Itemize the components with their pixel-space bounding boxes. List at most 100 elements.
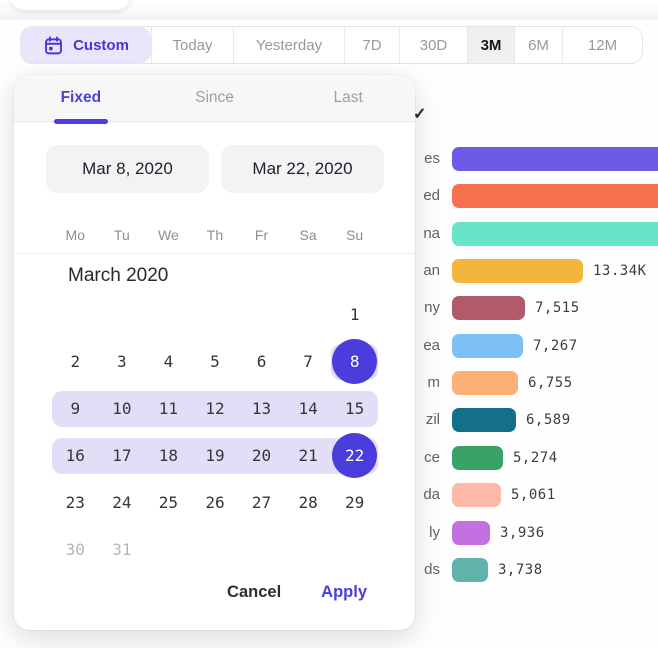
calendar-empty-cell bbox=[331, 526, 378, 573]
chart-bar[interactable] bbox=[452, 296, 525, 320]
day-number: 31 bbox=[112, 540, 131, 559]
date-range-toolbar: Custom TodayYesterday7D30D3M6M12M bbox=[20, 26, 643, 64]
day-number: 16 bbox=[66, 446, 85, 465]
custom-range-button[interactable]: Custom bbox=[21, 27, 151, 63]
chart-bar-value: 6,755 bbox=[528, 371, 573, 395]
day-number: 26 bbox=[205, 493, 224, 512]
calendar-day-10[interactable]: 10 bbox=[99, 385, 146, 432]
start-date-input[interactable]: Mar 8, 2020 bbox=[46, 145, 209, 193]
calendar-day-24[interactable]: 24 bbox=[99, 479, 146, 526]
toolbar-segment-12m[interactable]: 12M bbox=[562, 27, 642, 63]
calendar-day-11[interactable]: 11 bbox=[145, 385, 192, 432]
calendar-week-row: 9 10 1112 13 14 15 bbox=[52, 385, 378, 432]
calendar-empty-cell bbox=[145, 526, 192, 573]
calendar-week-cells: 234 5678 bbox=[52, 338, 378, 385]
calendar-day-3[interactable]: 3 bbox=[99, 338, 146, 385]
calendar-day-22[interactable]: 22 bbox=[331, 432, 378, 479]
calendar-day-6[interactable]: 6 bbox=[238, 338, 285, 385]
chart-bar[interactable] bbox=[452, 408, 516, 432]
calendar-day-27[interactable]: 27 bbox=[238, 479, 285, 526]
calendar-week-row: 16 17 18 19 20 21 22 bbox=[52, 432, 378, 479]
chart-bar[interactable] bbox=[452, 259, 583, 283]
calendar-day-19[interactable]: 19 bbox=[192, 432, 239, 479]
chart-bar[interactable] bbox=[452, 184, 658, 208]
day-number: 13 bbox=[252, 399, 271, 418]
day-number: 14 bbox=[298, 399, 317, 418]
calendar-empty-cell bbox=[192, 526, 239, 573]
calendar-day-18[interactable]: 18 bbox=[145, 432, 192, 479]
day-number: 9 bbox=[70, 399, 80, 418]
day-number: 29 bbox=[345, 493, 364, 512]
end-date-input[interactable]: Mar 22, 2020 bbox=[221, 145, 384, 193]
calendar-day-14[interactable]: 14 bbox=[285, 385, 332, 432]
chart-bar[interactable] bbox=[452, 521, 490, 545]
day-number: 10 bbox=[112, 399, 131, 418]
calendar-day-1[interactable]: 1 bbox=[331, 291, 378, 338]
chart-bar[interactable] bbox=[452, 147, 658, 171]
chart-bar[interactable] bbox=[452, 334, 523, 358]
calendar-day-16[interactable]: 16 bbox=[52, 432, 99, 479]
toolbar-segments: TodayYesterday7D30D3M6M12M bbox=[151, 27, 642, 63]
day-number: 5 bbox=[210, 352, 220, 371]
calendar-week-cells: 16 17 18 19 20 21 22 bbox=[52, 432, 378, 479]
weekday-su: Su bbox=[331, 225, 378, 245]
apply-button[interactable]: Apply bbox=[321, 583, 367, 602]
cancel-button[interactable]: Cancel bbox=[227, 583, 281, 602]
calendar-day-23[interactable]: 23 bbox=[52, 479, 99, 526]
calendar-empty-cell bbox=[285, 291, 332, 338]
toolbar-segment-7d[interactable]: 7D bbox=[344, 27, 399, 63]
day-number: 4 bbox=[164, 352, 174, 371]
chart-bar[interactable] bbox=[452, 222, 658, 246]
day-number: 30 bbox=[66, 540, 85, 559]
calendar-day-5[interactable]: 5 bbox=[192, 338, 239, 385]
day-number: 7 bbox=[303, 352, 313, 371]
custom-range-label: Custom bbox=[73, 37, 129, 54]
calendar-day-28[interactable]: 28 bbox=[285, 479, 332, 526]
chart-bar-value: 5,061 bbox=[511, 483, 556, 507]
calendar-day-12[interactable]: 12 bbox=[192, 385, 239, 432]
calendar-day-25[interactable]: 25 bbox=[145, 479, 192, 526]
calendar-day-8[interactable]: 8 bbox=[331, 338, 378, 385]
calendar-empty-cell bbox=[192, 291, 239, 338]
tab-last[interactable]: Last bbox=[281, 75, 415, 121]
calendar-day-17[interactable]: 17 bbox=[99, 432, 146, 479]
calendar-day-26[interactable]: 26 bbox=[192, 479, 239, 526]
calendar-week-row: 1 bbox=[52, 291, 378, 338]
calendar-day-29[interactable]: 29 bbox=[331, 479, 378, 526]
chart-bar-value: 7,267 bbox=[533, 334, 578, 358]
calendar-empty-cell bbox=[145, 291, 192, 338]
toolbar-segment-3m[interactable]: 3M bbox=[467, 27, 514, 63]
tab-fixed[interactable]: Fixed bbox=[14, 75, 148, 121]
weekday-fr: Fr bbox=[238, 225, 285, 245]
day-number: 21 bbox=[298, 446, 317, 465]
toolbar-segment-6m[interactable]: 6M bbox=[514, 27, 562, 63]
calendar-week-cells: 23 24 25 26 27 28 29 bbox=[52, 479, 378, 526]
calendar-week-row: 30 31 bbox=[52, 526, 378, 573]
calendar-day-30: 30 bbox=[52, 526, 99, 573]
toolbar-segment-yesterday[interactable]: Yesterday bbox=[233, 27, 344, 63]
chart-bar[interactable] bbox=[452, 446, 503, 470]
calendar-day-13[interactable]: 13 bbox=[238, 385, 285, 432]
tab-since[interactable]: Since bbox=[148, 75, 282, 121]
day-number: 27 bbox=[252, 493, 271, 512]
chart-bar[interactable] bbox=[452, 558, 488, 582]
day-number: 24 bbox=[112, 493, 131, 512]
toolbar-segment-30d[interactable]: 30D bbox=[399, 27, 467, 63]
weekday-th: Th bbox=[192, 225, 239, 245]
date-picker-popup: FixedSinceLast Mar 8, 2020 Mar 22, 2020 … bbox=[14, 75, 415, 630]
chart-bar[interactable] bbox=[452, 483, 501, 507]
calendar-day-20[interactable]: 20 bbox=[238, 432, 285, 479]
date-picker-tabs: FixedSinceLast bbox=[14, 75, 415, 122]
date-picker-footer: Cancel Apply bbox=[14, 583, 415, 602]
chart-bar[interactable] bbox=[452, 371, 518, 395]
chart-bar-value: 3,738 bbox=[498, 558, 543, 582]
day-number: 18 bbox=[159, 446, 178, 465]
toolbar-segment-today[interactable]: Today bbox=[151, 27, 233, 63]
calendar-day-7[interactable]: 7 bbox=[285, 338, 332, 385]
calendar-day-9[interactable]: 9 bbox=[52, 385, 99, 432]
day-number: 19 bbox=[205, 446, 224, 465]
calendar-day-2[interactable]: 2 bbox=[52, 338, 99, 385]
calendar-day-15[interactable]: 15 bbox=[331, 385, 378, 432]
calendar-day-21[interactable]: 21 bbox=[285, 432, 332, 479]
calendar-day-4[interactable]: 4 bbox=[145, 338, 192, 385]
